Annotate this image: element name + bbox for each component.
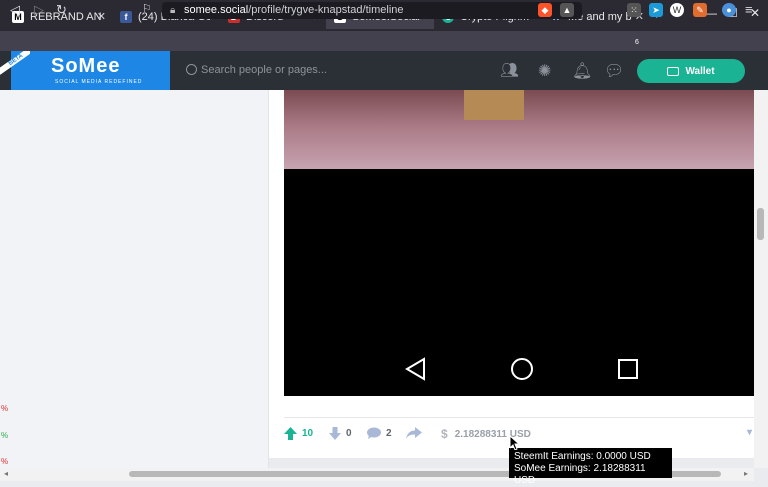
comments-button[interactable]: 2 <box>367 427 392 439</box>
share-arrow-icon <box>406 427 422 439</box>
somee-logo[interactable]: SoMee SOCIAL MEDIA REDEFINED <box>11 51 170 90</box>
lock-icon: 🔒︎ <box>170 5 176 16</box>
share-button[interactable] <box>406 427 422 439</box>
browser-nav-bar <box>0 31 768 51</box>
wordpress-extension-icon[interactable]: W <box>670 3 684 17</box>
tooltip-somee-earnings: SoMee Earnings: 2.18288311 USD <box>514 463 646 486</box>
post-image[interactable] <box>284 90 755 169</box>
bookmark-icon[interactable]: ⚐ <box>142 2 152 15</box>
url-path: /profile/trygve-knapstad/timeline <box>248 4 404 16</box>
rewards-icon[interactable]: ▲ <box>560 3 574 17</box>
vertical-scroll-thumb[interactable] <box>757 208 764 240</box>
upvote-count: 10 <box>302 428 314 439</box>
android-home-icon <box>511 358 533 380</box>
tooltip-steemit-earnings: SteemIt Earnings: 0.0000 USD <box>514 451 651 462</box>
lifebuoy-icon[interactable]: ✺ <box>538 61 551 81</box>
beta-ribbon: BETA <box>0 51 30 75</box>
menu-icon[interactable]: ≡ <box>745 2 753 17</box>
android-back-icon <box>405 357 425 381</box>
post-divider <box>284 417 755 418</box>
extension-icon[interactable]: ⁙ <box>627 3 641 17</box>
wallet-button[interactable]: Wallet <box>637 59 745 83</box>
comment-icon <box>367 427 381 439</box>
percent-mark: % <box>1 404 9 413</box>
percent-mark: % <box>1 457 9 466</box>
mouse-cursor-icon <box>510 436 520 450</box>
logo-wordmark: SoMee <box>51 55 121 77</box>
scroll-right-icon[interactable]: ▸ <box>744 469 748 478</box>
close-icon[interactable]: ✕ <box>97 10 106 23</box>
people-icon[interactable]: 👥︎ <box>500 61 519 79</box>
url-host: somee.social <box>184 4 249 16</box>
comment-count: 2 <box>386 427 392 439</box>
downvote-count: 0 <box>346 428 352 439</box>
address-bar[interactable]: 🔒︎ somee.social/profile/trygve-knapstad/… <box>162 2 582 19</box>
forward-icon[interactable]: ▷ <box>34 2 44 18</box>
android-recents-icon <box>618 359 638 379</box>
extension-badge: 6 <box>635 39 639 46</box>
left-sidebar <box>0 90 269 468</box>
bird-extension-icon[interactable]: ➤ <box>649 3 663 17</box>
downvote-button[interactable]: 0 <box>329 427 352 440</box>
back-icon[interactable]: ◁ <box>10 2 20 18</box>
chat-bubble-icon[interactable]: 💬︎ <box>604 61 624 81</box>
notification-bell-icon[interactable]: 🔔︎ <box>572 61 592 81</box>
profile-avatar[interactable]: ● <box>722 3 736 17</box>
wallet-label: Wallet <box>685 65 715 77</box>
reload-icon[interactable]: ↻ <box>56 2 67 18</box>
wrench-extension-icon[interactable]: ✎ <box>693 3 707 17</box>
dollar-icon: $ <box>441 427 448 441</box>
scroll-left-icon[interactable]: ◂ <box>4 469 8 478</box>
upvote-button[interactable]: 10 <box>284 427 313 440</box>
search-icon <box>186 64 197 75</box>
more-icon[interactable]: ▾ <box>747 427 752 438</box>
logo-tagline: SOCIAL MEDIA REDEFINED <box>55 79 143 85</box>
search-placeholder: Search people or pages... <box>201 64 327 76</box>
facebook-favicon-icon: f <box>120 10 132 23</box>
percent-mark: % <box>1 431 9 440</box>
brave-shield-icon[interactable]: ◆ <box>538 3 552 17</box>
earnings-tooltip: SteemIt Earnings: 0.0000 USD SoMee Earni… <box>509 448 672 486</box>
vertical-scrollbar[interactable] <box>754 90 768 468</box>
search-input[interactable]: Search people or pages... <box>186 64 327 76</box>
beta-label: BETA <box>0 51 30 75</box>
arrow-down-icon <box>329 427 341 440</box>
arrow-up-icon <box>284 427 297 440</box>
wallet-icon <box>667 66 680 76</box>
